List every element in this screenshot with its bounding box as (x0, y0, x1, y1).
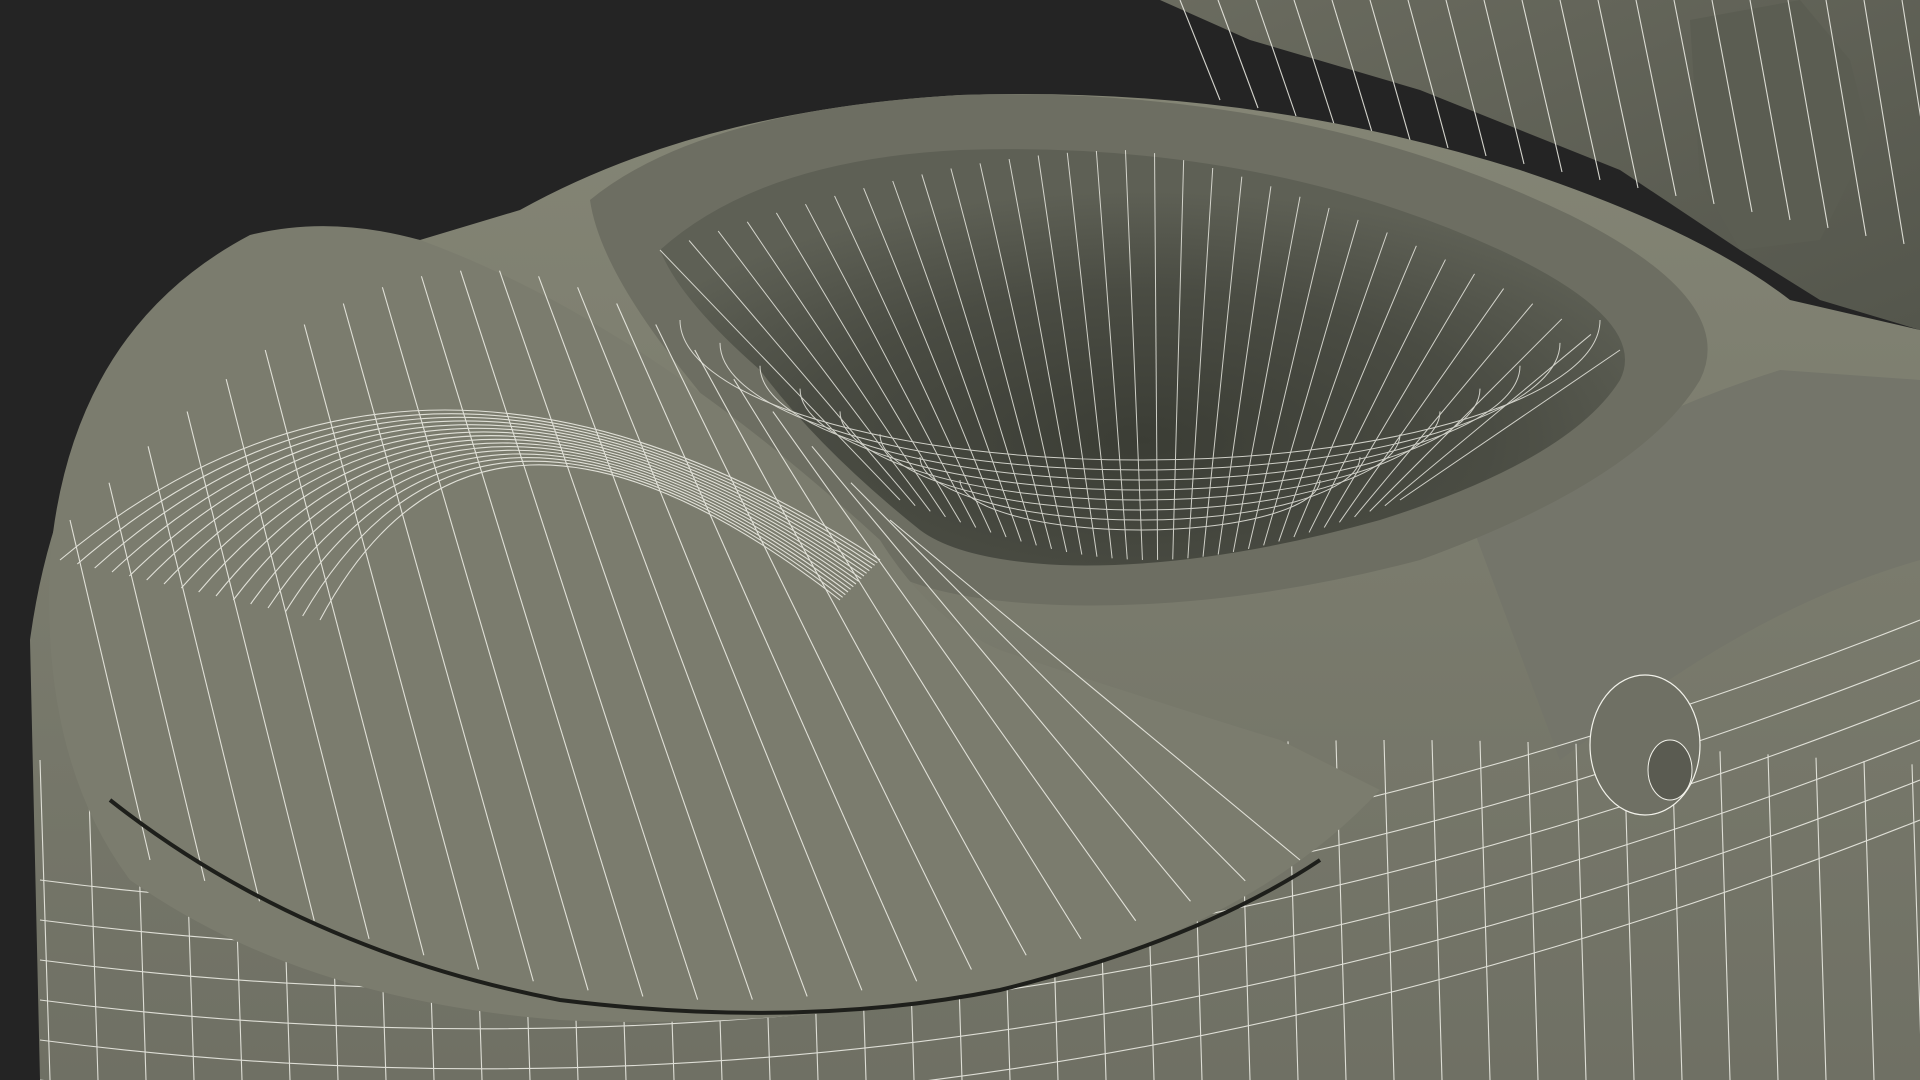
toilet-wireframe-render (30, 0, 1920, 1080)
3d-render-viewport (0, 0, 1920, 1080)
side-knob (1589, 674, 1701, 816)
